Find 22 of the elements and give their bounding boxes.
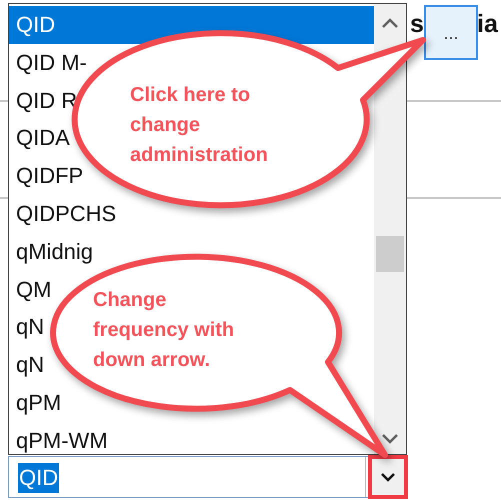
list-item[interactable]: QIDFP <box>9 157 86 195</box>
list-item[interactable]: qPM <box>9 384 64 422</box>
list-item[interactable]: qN <box>9 346 46 384</box>
tooltip-text: Click here to change administration <box>130 83 268 168</box>
list-item[interactable]: qPM-WM <box>9 422 110 460</box>
heading-text: s <box>410 9 424 40</box>
combo-field[interactable]: QID <box>18 463 60 493</box>
scroll-thumb[interactable] <box>376 236 404 272</box>
scroll-down-icon[interactable] <box>380 432 400 446</box>
tooltip-text: Change frequency with down arrow. <box>93 288 234 373</box>
list-item[interactable]: qN <box>9 308 46 346</box>
dropdown-button[interactable] <box>368 455 408 499</box>
list-item[interactable]: QIDA <box>9 119 72 158</box>
ellipsis-button[interactable]: ... <box>424 5 478 60</box>
scroll-up-icon[interactable] <box>380 16 400 30</box>
list-item[interactable]: QM <box>9 270 54 308</box>
list-item[interactable]: QID M- <box>9 44 89 82</box>
scrollbar[interactable] <box>374 4 406 454</box>
list-item[interactable]: qMidnig <box>9 232 96 271</box>
heading-text: ia <box>477 9 498 40</box>
chevron-down-icon <box>380 472 396 482</box>
list-item[interactable]: QIDPCHS <box>9 194 118 233</box>
